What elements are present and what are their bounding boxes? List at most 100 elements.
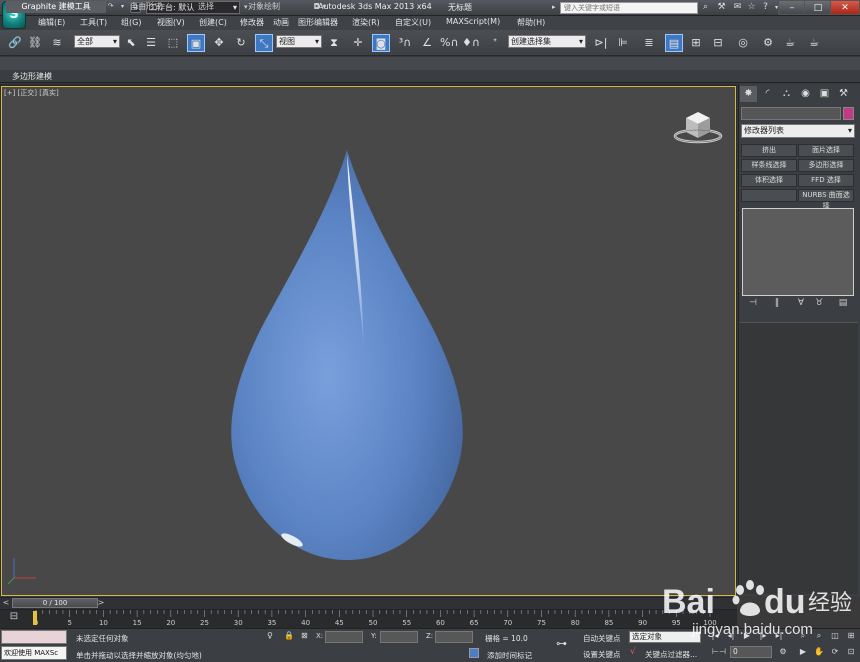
x-coordinate-field[interactable] [325, 631, 363, 643]
object-name-field[interactable] [741, 107, 841, 120]
layer-manager-icon[interactable]: ≣ [640, 34, 658, 52]
utilities-tab-icon[interactable]: ⚒ [835, 86, 852, 102]
current-frame-marker[interactable] [33, 611, 37, 625]
key-tangent-icon[interactable]: √ [630, 647, 636, 657]
tab-freeform[interactable]: 自由形式 [116, 1, 176, 13]
viewcube-widget[interactable] [672, 100, 724, 146]
maximize-button[interactable]: □ [804, 0, 832, 15]
menu-maxscript[interactable]: MAXScript(M) [446, 17, 500, 26]
schematic-view-icon[interactable]: ⊟ [709, 34, 727, 52]
menu-rendering[interactable]: 渲染(R) [352, 17, 380, 28]
render-production-icon[interactable]: ☕ [805, 34, 823, 52]
rendered-frame-window-icon[interactable]: ☕ [781, 34, 799, 52]
keyboard-shortcut-override-icon[interactable]: ◙ [372, 34, 390, 52]
align-icon[interactable]: ⊫ [614, 34, 632, 52]
spinner-snap-icon[interactable]: ♦∩ [462, 34, 480, 52]
menu-edit[interactable]: 编辑(E) [38, 17, 65, 28]
menu-customize[interactable]: 自定义(U) [395, 17, 431, 28]
extrude-button[interactable]: 挤出 [741, 144, 797, 157]
bind-space-warp-icon[interactable]: ≋ [48, 34, 66, 52]
menu-group[interactable]: 组(G) [121, 17, 141, 28]
modifier-list-dropdown[interactable]: 修改器列表 [741, 124, 855, 138]
selection-filter-dropdown[interactable]: 全部 [74, 35, 120, 48]
select-move-icon[interactable]: ✥ [210, 34, 228, 52]
select-by-name-icon[interactable]: ☰ [142, 34, 160, 52]
mini-curve-editor-icon[interactable]: ⊟ [4, 611, 24, 625]
modify-tab-icon[interactable]: ◜ [759, 86, 776, 102]
search-input[interactable]: 键入关键字或短语 [560, 2, 698, 14]
ribbon-panel-label[interactable]: 多边形建模 [12, 71, 52, 82]
search-icon[interactable]: ⌕ [699, 1, 712, 14]
display-tab-icon[interactable]: ▣ [816, 86, 833, 102]
set-key-button[interactable]: 设置关键点 [583, 649, 621, 660]
select-scale-icon[interactable]: ⤡ [255, 34, 273, 52]
curve-editor-icon[interactable]: ⊞ [687, 34, 705, 52]
selection-lock-icon[interactable]: 🔒 [284, 631, 294, 640]
maxscript-listener-output[interactable] [1, 630, 67, 644]
communication-icon[interactable]: ✉ [731, 1, 744, 14]
y-coordinate-field[interactable] [380, 631, 418, 643]
pivot-center-icon[interactable]: ⧗ [325, 34, 343, 52]
menu-views[interactable]: 视图(V) [157, 17, 185, 28]
menu-help[interactable]: 帮助(H) [517, 17, 545, 28]
percent-snap-icon[interactable]: %∩ [440, 34, 459, 52]
mirror-icon[interactable]: ⊳| [592, 34, 610, 52]
tab-object-paint[interactable]: 对象绘制 [234, 1, 294, 13]
tab-selection[interactable]: 选择 [186, 1, 226, 13]
select-rotate-icon[interactable]: ↻ [232, 34, 250, 52]
object-color-swatch[interactable] [843, 107, 854, 120]
key-filters-button[interactable]: 关键点过滤器... [645, 649, 697, 660]
field-of-view-icon[interactable]: ▶ [796, 646, 810, 658]
time-tag-icon[interactable] [469, 648, 479, 658]
angle-snap-icon[interactable]: ∠ [418, 34, 436, 52]
poly-select-button[interactable]: 多边形选择 [798, 159, 854, 172]
absolute-relative-toggle-icon[interactable]: ⊠ [301, 631, 308, 640]
graphite-toggle-icon[interactable]: ▤ [665, 34, 683, 52]
select-manipulate-icon[interactable]: ✛ [349, 34, 367, 52]
ffd-select-button[interactable]: FFD 选择 [798, 174, 854, 187]
pin-stack-icon[interactable]: ⊣ [746, 298, 760, 310]
hierarchy-tab-icon[interactable]: ⛬ [778, 86, 795, 102]
tab-graphite-modeling[interactable]: Graphite 建模工具 [6, 1, 106, 13]
spline-select-button[interactable]: 样条线选择 [741, 159, 797, 172]
material-editor-icon[interactable]: ◎ [734, 34, 752, 52]
show-end-result-icon[interactable]: ‖ [770, 298, 784, 310]
isolate-selection-icon[interactable]: ♀ [267, 631, 273, 640]
ribbon-options-icon[interactable]: ◘ ▾ [312, 1, 328, 13]
maximize-viewport-icon[interactable]: ⊡ [844, 646, 858, 658]
subscription-icon[interactable]: ⚒ [715, 1, 728, 14]
configure-modifier-sets-icon[interactable]: ▤ [836, 298, 850, 310]
render-setup-icon[interactable]: ⚙ [759, 34, 777, 52]
favorites-icon[interactable]: ☆ [745, 1, 758, 14]
close-button[interactable]: ✕ [830, 0, 860, 15]
make-unique-icon[interactable]: ∀ [794, 298, 808, 310]
menu-tools[interactable]: 工具(T) [80, 17, 107, 28]
time-slider-next-icon[interactable]: > [96, 597, 106, 609]
set-key-icon[interactable]: ⊶ [556, 637, 567, 650]
menu-graph-editors[interactable]: 图形编辑器 [298, 17, 338, 28]
remove-modifier-icon[interactable]: ♉ [812, 298, 826, 310]
current-frame-field[interactable]: 0 [730, 646, 772, 658]
link-icon[interactable]: 🔗 [6, 34, 24, 52]
water-drop-object[interactable] [214, 146, 480, 566]
modifier-stack-list[interactable] [742, 208, 854, 296]
nurbs-surface-select-button[interactable]: NURBS 曲面选择 [798, 189, 854, 210]
pan-view-icon[interactable]: ✋ [812, 646, 826, 658]
z-coordinate-field[interactable] [435, 631, 473, 643]
motion-tab-icon[interactable]: ◉ [797, 86, 814, 102]
time-slider-prev-icon[interactable]: < [1, 597, 11, 609]
empty-modifier-button[interactable] [741, 189, 797, 202]
snaps-toggle-icon[interactable]: ³∩ [396, 34, 414, 52]
key-mode-toggle-icon[interactable]: ⊢⊣ [712, 646, 726, 658]
minimize-button[interactable]: – [778, 0, 806, 15]
create-tab-icon[interactable]: ✸ [740, 86, 757, 102]
menu-modifiers[interactable]: 修改器 [240, 17, 264, 28]
auto-key-button[interactable]: 自动关键点 [583, 633, 621, 644]
time-configuration-icon[interactable]: ⚙ [776, 646, 790, 658]
edit-named-selection-icon[interactable]: ᐩ [486, 34, 504, 52]
maxscript-mini-listener[interactable]: 欢迎使用 MAXSc [1, 646, 67, 660]
redo-icon[interactable]: ↷ [105, 2, 116, 13]
search-expand-icon[interactable]: ▸ [552, 3, 556, 11]
window-crossing-icon[interactable]: ▣ [187, 34, 205, 52]
select-object-icon[interactable]: ⬉ [122, 34, 140, 52]
